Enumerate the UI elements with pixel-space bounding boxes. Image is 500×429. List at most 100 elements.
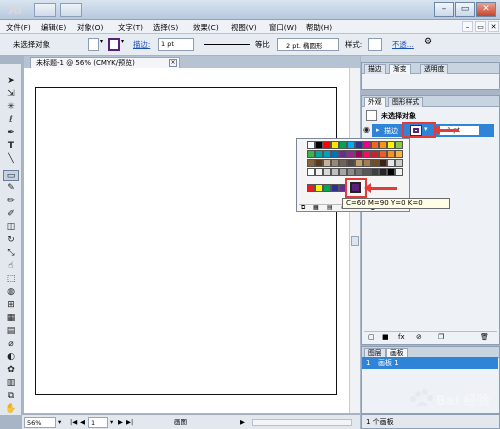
document-tab[interactable]: 未标题-1 @ 56% (CMYK/预览) ×: [30, 57, 180, 68]
swatch-cell[interactable]: [387, 150, 395, 158]
eraser-tool-icon[interactable]: ◫: [3, 222, 19, 233]
swatch-cell[interactable]: [371, 168, 379, 176]
doc-minimize-button[interactable]: –: [462, 21, 473, 32]
next-artboard-icon[interactable]: ▶: [118, 417, 123, 428]
swatch-cell[interactable]: [363, 141, 371, 149]
swatch-cell[interactable]: [315, 150, 323, 158]
stroke-weight-field[interactable]: 1 pt: [158, 38, 194, 51]
swatch-cell[interactable]: [339, 159, 347, 167]
swatch-cell[interactable]: [371, 159, 379, 167]
last-artboard-icon[interactable]: ▶|: [126, 417, 133, 428]
swatch-cell[interactable]: [307, 159, 315, 167]
swatch-cell[interactable]: [355, 168, 363, 176]
warp-tool-icon[interactable]: ☝: [3, 261, 19, 272]
vertical-scrollbar[interactable]: [349, 68, 360, 413]
magic-wand-tool-icon[interactable]: ✳: [3, 102, 19, 113]
swatch-cell[interactable]: [315, 159, 323, 167]
add-stroke-icon[interactable]: ▢: [368, 333, 375, 341]
eyedropper-tool-icon[interactable]: ⌀: [3, 339, 19, 350]
direct-selection-tool-icon[interactable]: ⇲: [3, 89, 19, 100]
delete-item-icon[interactable]: 🗑: [480, 333, 489, 341]
blob-brush-tool-icon[interactable]: ✐: [3, 209, 19, 220]
swatch-cell[interactable]: [355, 141, 363, 149]
doc-close-button[interactable]: ✕: [488, 21, 499, 32]
blend-tool-icon[interactable]: ◐: [3, 352, 19, 363]
opacity-link[interactable]: 不透...: [392, 39, 414, 50]
menu-file[interactable]: 文件(F): [6, 22, 31, 33]
swatch-cell[interactable]: [363, 150, 371, 158]
rotate-tool-icon[interactable]: ↻: [3, 235, 19, 246]
pen-tool-icon[interactable]: ✒: [3, 128, 19, 139]
minimize-button[interactable]: –: [434, 2, 454, 17]
swatch-cell[interactable]: [315, 168, 323, 176]
swatch-cell[interactable]: [323, 168, 331, 176]
swatch-cell[interactable]: [347, 141, 355, 149]
swatch-cell[interactable]: [387, 141, 395, 149]
fill-dropdown-icon[interactable]: ▾: [100, 38, 103, 45]
visibility-eye-icon[interactable]: ◉: [363, 125, 370, 134]
graphic-style-swatch[interactable]: [368, 38, 382, 51]
artboard-row[interactable]: 1 画板 1: [362, 357, 498, 369]
swatch-options-icon[interactable]: ▤: [327, 204, 333, 211]
swatch-cell[interactable]: [387, 159, 395, 167]
first-artboard-icon[interactable]: |◀: [70, 417, 77, 428]
swatch-cell[interactable]: [363, 159, 371, 167]
menu-edit[interactable]: 编辑(E): [41, 22, 66, 33]
artboard-tool-icon[interactable]: ⧉: [3, 391, 19, 402]
swatch-cell[interactable]: [331, 168, 339, 176]
pencil-tool-icon[interactable]: ✏: [3, 196, 19, 207]
tab-transparency[interactable]: 透明度: [420, 64, 449, 74]
swatch-cell[interactable]: [387, 168, 395, 176]
shape-builder-tool-icon[interactable]: ◍: [3, 287, 19, 298]
status-menu-icon[interactable]: ▶: [240, 417, 245, 428]
lasso-tool-icon[interactable]: ℓ: [3, 115, 19, 126]
line-tool-icon[interactable]: ╲: [3, 154, 19, 165]
color-group-swatch[interactable]: [331, 184, 339, 192]
close-button[interactable]: ✕: [476, 2, 496, 17]
type-tool-icon[interactable]: T: [3, 141, 19, 152]
add-fill-icon[interactable]: ■: [382, 333, 389, 341]
column-graph-tool-icon[interactable]: ▥: [3, 378, 19, 389]
selection-tool-icon[interactable]: ➤: [3, 76, 19, 87]
menu-select[interactable]: 选择(S): [153, 22, 178, 33]
stroke-panel-link[interactable]: 描边:: [133, 39, 150, 50]
document-setup-icon[interactable]: ⚙: [424, 37, 432, 47]
swatch-cell[interactable]: [355, 150, 363, 158]
ellipse-tool-icon[interactable]: ▭: [3, 170, 19, 181]
tab-appearance[interactable]: 外观: [364, 97, 386, 107]
swatch-cell[interactable]: [395, 159, 403, 167]
color-group-swatch[interactable]: [307, 184, 315, 192]
menu-help[interactable]: 帮助(H): [306, 22, 332, 33]
menu-object[interactable]: 对象(O): [77, 22, 103, 33]
mesh-tool-icon[interactable]: ▦: [3, 313, 19, 324]
swatch-libraries-icon[interactable]: ⧉: [301, 204, 305, 212]
tab-stroke[interactable]: 描边: [364, 64, 386, 74]
tab-gradient[interactable]: 渐变: [389, 64, 411, 74]
swatch-cell[interactable]: [323, 159, 331, 167]
doc-restore-button[interactable]: ▭: [475, 21, 486, 32]
bridge-button[interactable]: [34, 3, 56, 17]
zoom-dropdown-icon[interactable]: ▾: [58, 417, 61, 428]
horizontal-scrollbar[interactable]: [252, 419, 352, 426]
fill-swatch[interactable]: [88, 38, 99, 51]
menu-view[interactable]: 视图(V): [231, 22, 257, 33]
canvas[interactable]: [24, 68, 360, 413]
swatch-cell[interactable]: [331, 159, 339, 167]
swatch-cell[interactable]: [331, 141, 339, 149]
color-group-swatch[interactable]: [323, 184, 331, 192]
swatch-cell[interactable]: [307, 168, 315, 176]
swatch-cell[interactable]: [307, 150, 315, 158]
menu-type[interactable]: 文字(T): [118, 22, 143, 33]
vertical-scroll-thumb[interactable]: [351, 236, 359, 246]
arrange-documents-button[interactable]: [60, 3, 82, 17]
swatch-cell[interactable]: [379, 159, 387, 167]
color-group-swatch[interactable]: [315, 184, 323, 192]
close-tab-icon[interactable]: ×: [169, 59, 177, 67]
menu-window[interactable]: 窗口(W): [269, 22, 297, 33]
prev-artboard-icon[interactable]: ◀: [80, 417, 85, 428]
show-kinds-icon[interactable]: ▦: [313, 204, 319, 211]
swatch-cell[interactable]: [307, 141, 315, 149]
stroke-dropdown-icon[interactable]: ▾: [121, 38, 124, 45]
artboard[interactable]: [35, 87, 337, 395]
perspective-grid-tool-icon[interactable]: ⊞: [3, 300, 19, 311]
